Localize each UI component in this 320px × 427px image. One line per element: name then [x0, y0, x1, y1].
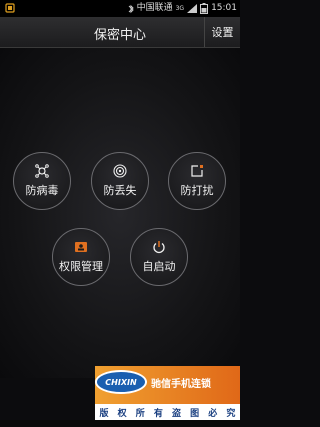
copyright-char: 图: [190, 408, 200, 419]
anti-theft-button[interactable]: 防丢失: [91, 152, 149, 210]
feature-panel: 防病毒 防丢失 防打扰 权限管理 自启动: [0, 48, 240, 378]
bottom-strip: [0, 420, 240, 427]
copyright-char: 版: [99, 408, 109, 419]
status-bar: 中国联通 3G 15:01: [0, 0, 240, 17]
logo-text: CHIXIN: [105, 377, 137, 387]
copyright-char: 所: [135, 408, 145, 419]
anti-theft-label: 防丢失: [103, 184, 137, 197]
permission-manager-label: 权限管理: [59, 260, 103, 273]
copyright-char: 有: [153, 408, 163, 419]
auto-start-button[interactable]: 自启动: [130, 228, 188, 286]
copyright-char: 权: [117, 408, 127, 419]
target-icon: [113, 164, 127, 178]
id-card-icon: [75, 242, 87, 252]
permission-manager-button[interactable]: 权限管理: [52, 228, 110, 286]
network-type: 3G: [175, 5, 185, 12]
bluetooth-icon: [128, 4, 134, 13]
clock: 15:01: [211, 3, 237, 13]
virus-icon: [35, 164, 49, 178]
antivirus-label: 防病毒: [25, 184, 59, 197]
anti-harassment-button[interactable]: 防打扰: [168, 152, 226, 210]
anti-harassment-label: 防打扰: [180, 184, 214, 197]
auto-start-label: 自启动: [142, 260, 176, 273]
notification-icon: [5, 3, 15, 13]
copyright-char: 究: [226, 408, 236, 419]
carrier-name: 中国联通: [136, 3, 173, 13]
battery-icon: [200, 3, 209, 14]
power-icon: [153, 241, 165, 254]
copyright-char: 盗: [172, 408, 182, 419]
brand-name: 驰信手机连锁: [151, 379, 211, 390]
title-bar: 保密中心 设置: [0, 17, 240, 48]
brand-logo: CHIXIN: [95, 370, 147, 394]
block-icon: [191, 165, 203, 177]
settings-button[interactable]: 设置: [204, 17, 240, 47]
copyright-char: 必: [208, 408, 218, 419]
copyright-notice: 版 权 所 有 盗 图 必 究: [95, 404, 240, 420]
antivirus-button[interactable]: 防病毒: [13, 152, 71, 210]
signal-icon: [187, 4, 198, 13]
